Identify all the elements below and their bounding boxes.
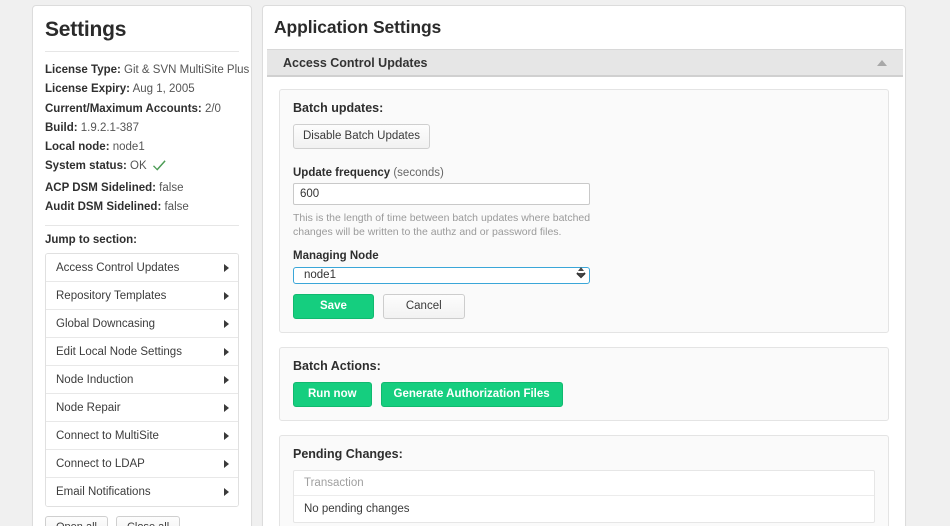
chevron-right-icon [224, 488, 229, 497]
info-key: Local node: [45, 141, 110, 154]
info-value: 2/0 [204, 102, 221, 115]
info-row-license-type: License Type: Git & SVN MultiSite Plus [45, 61, 249, 80]
sidebar-item-connect-to-ldap[interactable]: Connect to LDAP [46, 450, 238, 479]
sidebar-item-email-notifications[interactable]: Email Notifications [46, 478, 238, 507]
pending-changes-table: Transaction No pending changes [293, 470, 875, 523]
batch-updates-label: Batch updates: [293, 101, 384, 115]
section-body: Batch updates: Disable Batch Updates Upd… [263, 77, 905, 526]
chevron-right-icon [224, 431, 229, 440]
chevron-right-icon [224, 347, 229, 356]
info-key: Current/Maximum Accounts: [45, 102, 202, 115]
info-row-audit-dsm-sidelined: Audit DSM Sidelined: false [45, 198, 239, 217]
sidebar-divider [45, 51, 239, 52]
info-value: false [164, 201, 189, 214]
pending-changes-card: Pending Changes: Transaction No pending … [279, 435, 889, 526]
sidebar-item-access-control-updates[interactable]: Access Control Updates [46, 254, 238, 283]
managing-node-select[interactable]: node1 [293, 266, 590, 284]
sidebar-item-label: Connect to MultiSite [56, 429, 159, 442]
info-value: false [159, 181, 184, 194]
sidebar-item-label: Node Induction [56, 373, 134, 386]
sidebar-item-global-downcasing[interactable]: Global Downcasing [46, 310, 238, 339]
info-row-local-node: Local node: node1 [45, 138, 239, 157]
save-button[interactable]: Save [293, 294, 374, 319]
update-frequency-help-text: This is the length of time between batch… [293, 212, 591, 238]
info-value: node1 [112, 141, 145, 154]
sidebar-item-node-induction[interactable]: Node Induction [46, 366, 238, 395]
batch-updates-card: Batch updates: Disable Batch Updates Upd… [279, 89, 889, 333]
chevron-right-icon [224, 403, 229, 412]
info-row-accounts: Current/Maximum Accounts: 2/0 [45, 100, 239, 119]
sidebar-item-label: Connect to LDAP [56, 457, 145, 470]
batch-actions-label: Batch Actions: [293, 359, 381, 373]
sidebar-item-repository-templates[interactable]: Repository Templates [46, 282, 238, 311]
sidebar-item-label: Repository Templates [56, 289, 167, 302]
chevron-right-icon [224, 263, 229, 272]
info-key: System status: [45, 160, 127, 173]
cancel-button[interactable]: Cancel [382, 294, 465, 319]
application-settings-panel: Application Settings Access Control Upda… [262, 5, 906, 526]
update-frequency-label-suffix: (seconds) [393, 167, 444, 179]
info-key: License Expiry: [45, 83, 131, 96]
chevron-right-icon [224, 375, 229, 384]
update-frequency-label: Update frequency (seconds) [293, 167, 875, 179]
open-all-button[interactable]: Open all [45, 516, 108, 526]
chevron-right-icon [224, 319, 229, 328]
info-row-license-expiry: License Expiry: Aug 1, 2005 [45, 80, 239, 99]
batch-actions-button-row: Run now Generate Authorization Files [293, 382, 875, 407]
section-header-title: Access Control Updates [283, 55, 428, 70]
sidebar-item-connect-to-multisite[interactable]: Connect to MultiSite [46, 422, 238, 451]
update-frequency-label-text: Update frequency [293, 167, 391, 179]
check-icon [152, 159, 166, 178]
batch-updates-action-row: Save Cancel [293, 294, 875, 319]
generate-authorization-files-button[interactable]: Generate Authorization Files [380, 382, 563, 407]
sidebar-expand-collapse-controls: Open all Close all [45, 516, 239, 526]
table-column-header-transaction: Transaction [294, 471, 874, 496]
settings-page: Settings License Type: Git & SVN MultiSi… [0, 0, 950, 526]
access-control-updates-section-header[interactable]: Access Control Updates [267, 49, 903, 77]
settings-sidebar: Settings License Type: Git & SVN MultiSi… [32, 5, 252, 526]
sidebar-item-label: Access Control Updates [56, 261, 180, 274]
jump-divider [45, 225, 239, 227]
info-key: License Type: [45, 64, 121, 76]
info-key: ACP DSM Sidelined: [45, 181, 156, 194]
license-info-list: License Type: Git & SVN MultiSite Plus L… [45, 61, 249, 217]
disable-batch-updates-button[interactable]: Disable Batch Updates [293, 124, 430, 149]
sidebar-item-edit-local-node-settings[interactable]: Edit Local Node Settings [46, 338, 238, 367]
info-value: Git & SVN MultiSite Plus [124, 64, 250, 76]
section-nav-list: Access Control Updates Repository Templa… [45, 253, 239, 508]
sidebar-item-label: Global Downcasing [56, 317, 156, 330]
update-frequency-input[interactable] [293, 183, 590, 205]
pending-changes-label: Pending Changes: [293, 447, 403, 461]
table-row: No pending changes [304, 503, 410, 515]
sidebar-item-label: Edit Local Node Settings [56, 345, 182, 358]
info-value: Aug 1, 2005 [132, 83, 195, 96]
triangle-up-icon[interactable] [877, 59, 887, 66]
info-value: 1.9.2.1-387 [80, 121, 139, 134]
info-key: Audit DSM Sidelined: [45, 201, 162, 214]
sidebar-item-label: Email Notifications [56, 486, 151, 499]
sidebar-title: Settings [45, 18, 127, 41]
jump-to-section-label: Jump to section: [45, 234, 138, 247]
chevron-right-icon [224, 291, 229, 300]
batch-actions-card: Batch Actions: Run now Generate Authoriz… [279, 347, 889, 421]
info-key: Build: [45, 121, 78, 134]
run-now-button[interactable]: Run now [293, 382, 372, 407]
managing-node-label: Managing Node [293, 250, 379, 262]
info-row-system-status: System status: OK [45, 157, 239, 178]
managing-node-select-wrapper: node1 [293, 265, 590, 284]
info-row-acp-dsm-sidelined: ACP DSM Sidelined: false [45, 179, 239, 198]
info-row-build: Build: 1.9.2.1-387 [45, 119, 239, 138]
info-value: OK [130, 160, 147, 173]
sidebar-item-label: Node Repair [56, 401, 121, 414]
sidebar-item-node-repair[interactable]: Node Repair [46, 394, 238, 423]
chevron-right-icon [224, 459, 229, 468]
main-column: Application Settings Access Control Upda… [252, 5, 950, 526]
page-title: Application Settings [274, 17, 442, 37]
close-all-button[interactable]: Close all [115, 516, 181, 526]
